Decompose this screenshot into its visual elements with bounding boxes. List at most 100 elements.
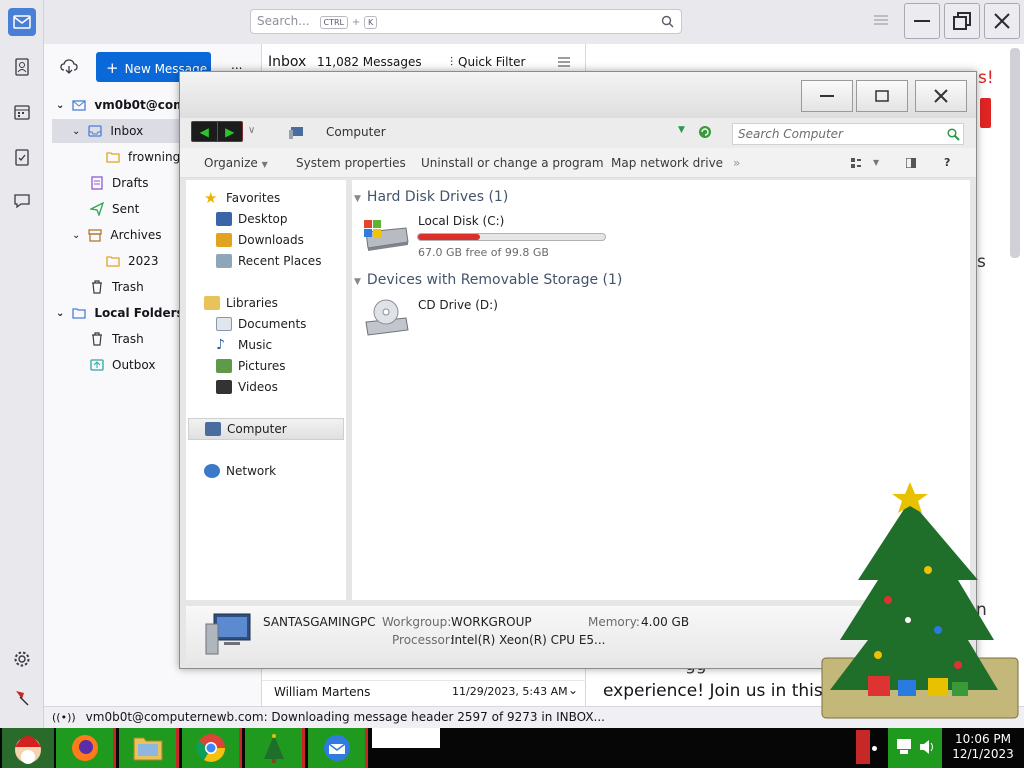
quick-filter-label: Quick Filter: [458, 55, 526, 69]
nav-videos[interactable]: Videos: [216, 377, 278, 397]
chevron-down-icon: ⌄: [568, 683, 579, 697]
memory-label: Memory:: [588, 615, 640, 629]
network-tray-icon[interactable]: [896, 738, 912, 756]
calendar-button[interactable]: [8, 98, 36, 126]
spaces-toolbar: [0, 0, 44, 728]
view-dropdown-icon[interactable]: ▼: [873, 158, 879, 167]
explorer-minimize-button[interactable]: [801, 80, 853, 112]
list-options-icon[interactable]: [557, 55, 571, 72]
nav-music[interactable]: ♪ Music: [216, 335, 272, 355]
firefox-icon: [71, 735, 98, 761]
taskbar-chrome-firefox[interactable]: [56, 728, 116, 768]
more-commands-button[interactable]: »: [733, 156, 740, 170]
drive-c-free-space: 67.0 GB free of 99.8 GB: [418, 246, 549, 259]
back-arrow-icon[interactable]: ◀: [192, 122, 218, 141]
nav-desktop[interactable]: Desktop: [216, 209, 288, 229]
tray-show-hidden[interactable]: [856, 730, 870, 764]
message-row[interactable]: William Martens 11/29/2023, 5:43 AM ⌄: [262, 680, 586, 704]
tasks-button[interactable]: [8, 143, 36, 171]
folder-archives[interactable]: ⌄ Archives: [72, 223, 162, 247]
drive-d[interactable]: CD Drive (D:): [362, 296, 562, 344]
app-menu-icon[interactable]: [874, 14, 888, 29]
help-button[interactable]: ?: [944, 156, 950, 169]
folder-outbox[interactable]: Outbox: [90, 353, 155, 377]
nav-libraries[interactable]: Libraries: [204, 293, 278, 313]
preview-pane-icon[interactable]: [906, 158, 916, 168]
nav-label: Favorites: [226, 191, 281, 205]
refresh-icon[interactable]: [698, 125, 712, 139]
organize-menu[interactable]: Organize ▼: [204, 156, 268, 170]
folder-local-trash[interactable]: Trash: [90, 327, 144, 351]
drive-c[interactable]: Local Disk (C:) 67.0 GB free of 99.8 GB: [362, 212, 622, 264]
taskbar-chrome[interactable]: [182, 728, 242, 768]
reader-scrollbar[interactable]: [1010, 48, 1020, 258]
nav-label: Recent Places: [238, 254, 322, 268]
computer-large-icon: [205, 613, 251, 655]
explorer-folder-icon: [133, 737, 162, 761]
inbox-icon: [88, 125, 103, 137]
nav-computer[interactable]: Computer: [188, 418, 344, 440]
christmas-tree-gadget[interactable]: [818, 480, 1022, 720]
nav-recent-places[interactable]: Recent Places: [216, 251, 321, 271]
folder-pane-menu-button[interactable]: ...: [231, 58, 242, 72]
message-date: 11/29/2023, 5:43 AM: [452, 685, 568, 698]
mail-space-button[interactable]: [8, 8, 36, 36]
history-chevron-icon[interactable]: ∨: [248, 125, 255, 136]
taskbar-blank-button[interactable]: [372, 728, 440, 748]
explorer-search-input[interactable]: Search Computer: [732, 123, 964, 145]
folder-frowning[interactable]: frowning: [106, 145, 180, 169]
explorer-maximize-button[interactable]: [856, 80, 908, 112]
view-options-icon[interactable]: [851, 158, 861, 168]
local-folders-row[interactable]: ⌄ Local Folders: [56, 301, 184, 325]
group-hard-disks[interactable]: ▼ Hard Disk Drives (1): [354, 189, 508, 205]
folder-drafts[interactable]: Drafts: [90, 171, 149, 195]
quick-filter-button[interactable]: ⫶ Quick Filter: [450, 55, 525, 70]
tb-minimize-button[interactable]: [904, 3, 940, 39]
chevron-down-icon: ⌄: [56, 307, 65, 319]
tb-restore-button[interactable]: [944, 3, 980, 39]
uninstall-program-button[interactable]: Uninstall or change a program: [421, 156, 604, 170]
forward-arrow-icon[interactable]: ▶: [218, 122, 243, 141]
reader-banner-button[interactable]: [980, 98, 991, 128]
folder-inbox[interactable]: ⌄ Inbox: [52, 119, 182, 143]
drive-c-usage-fill: [418, 234, 480, 240]
system-properties-button[interactable]: System properties: [296, 156, 406, 170]
explorer-close-button[interactable]: [915, 80, 967, 112]
volume-icon[interactable]: [918, 738, 936, 756]
taskbar-tree-gadget[interactable]: [245, 728, 305, 768]
address-book-button[interactable]: [8, 53, 36, 81]
global-search-input[interactable]: Search... CTRL + K: [250, 9, 682, 34]
account-mail-icon: [72, 100, 87, 111]
nav-pictures[interactable]: Pictures: [216, 356, 286, 376]
folder-sent[interactable]: Sent: [90, 197, 139, 221]
group-removable[interactable]: ▼ Devices with Removable Storage (1): [354, 272, 622, 288]
app-menu-button[interactable]: [8, 683, 36, 711]
taskbar-explorer[interactable]: [119, 728, 179, 768]
settings-button[interactable]: [8, 645, 36, 673]
mail-icon: [13, 15, 31, 29]
tray-icons: [888, 728, 942, 768]
taskbar-clock[interactable]: 10:06 PM 12/1/2023: [944, 732, 1022, 762]
sent-icon: [90, 202, 104, 216]
nav-label: Desktop: [238, 212, 288, 226]
tree-icon: [263, 734, 284, 763]
computer-icon: [205, 422, 221, 436]
close-icon: [994, 13, 1010, 29]
thunderbird-icon: [323, 735, 350, 761]
folder-2023[interactable]: 2023: [106, 249, 159, 273]
nav-favorites[interactable]: ★ Favorites: [204, 188, 280, 208]
nav-network[interactable]: Network: [204, 461, 276, 481]
navigation-pane: ★ Favorites Desktop Downloads Recent Plac…: [186, 180, 346, 600]
tb-close-button[interactable]: [984, 3, 1020, 39]
taskbar-thunderbird[interactable]: [308, 728, 368, 768]
chat-button[interactable]: [8, 187, 36, 215]
folder-trash[interactable]: Trash: [90, 275, 144, 299]
nav-downloads[interactable]: Downloads: [216, 230, 304, 250]
start-button[interactable]: [2, 728, 54, 768]
nav-documents[interactable]: Documents: [216, 314, 306, 334]
breadcrumb[interactable]: Computer: [326, 125, 386, 139]
get-messages-button[interactable]: [60, 59, 78, 78]
address-dropdown-icon[interactable]: ▼: [678, 125, 685, 135]
map-network-drive-button[interactable]: Map network drive: [611, 156, 723, 170]
pin-icon: [16, 691, 29, 706]
